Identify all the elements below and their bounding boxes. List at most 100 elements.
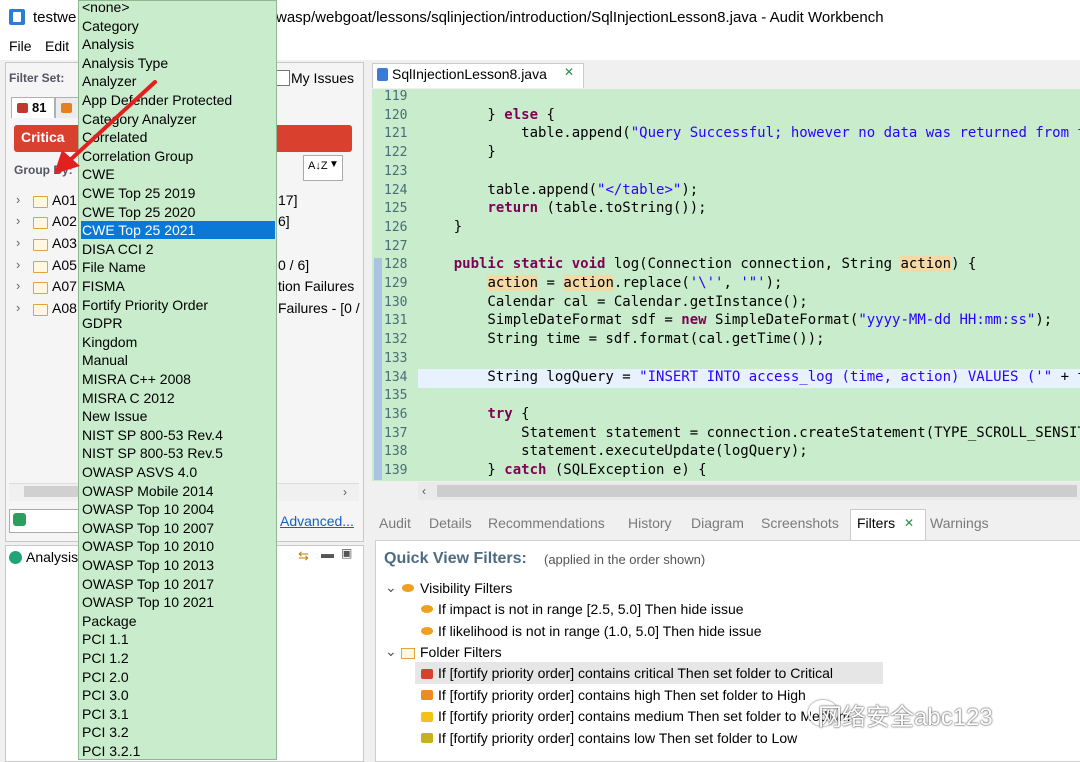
filter-rule[interactable]: If [fortify priority order] contains med… (438, 708, 850, 724)
dropdown-option[interactable]: OWASP Top 10 2013 (81, 556, 275, 574)
scrollbar-thumb[interactable] (437, 485, 1077, 497)
dropdown-option[interactable]: <none> (81, 1, 275, 16)
code-line[interactable]: } else { (420, 107, 554, 123)
dropdown-option[interactable]: Fortify Priority Order (81, 296, 275, 314)
chevron-down-icon[interactable]: ⌄ (385, 579, 397, 596)
tab-history[interactable]: History (628, 515, 672, 531)
code-line[interactable]: } (420, 144, 495, 160)
dropdown-option[interactable]: CWE Top 25 2021 (81, 221, 275, 240)
visibility-filters-group[interactable]: Visibility Filters (420, 580, 512, 596)
link-icon[interactable]: ⇆ (298, 548, 309, 564)
code-line[interactable]: String logQuery = "INSERT INTO access_lo… (420, 369, 1080, 385)
code-line[interactable]: } catch (SQLException e) { (420, 462, 706, 478)
folder-filters-group[interactable]: Folder Filters (420, 644, 502, 660)
dropdown-option[interactable]: OWASP ASVS 4.0 (81, 463, 275, 481)
tab-recommendations[interactable]: Recommendations (488, 515, 605, 531)
chevron-right-icon[interactable]: › (16, 192, 20, 207)
tab-warnings[interactable]: Warnings (930, 515, 989, 531)
dropdown-option[interactable]: New Issue (81, 407, 275, 425)
filter-rule[interactable]: If [fortify priority order] contains cri… (438, 665, 833, 681)
code-line[interactable]: return (table.toString()); (420, 200, 706, 216)
dropdown-option[interactable]: Package (81, 612, 275, 630)
tab-screenshots[interactable]: Screenshots (761, 515, 839, 531)
tab-diagram[interactable]: Diagram (691, 515, 744, 531)
tab-audit[interactable]: Audit (379, 515, 411, 531)
dropdown-option[interactable]: File Name (81, 258, 275, 276)
dropdown-option[interactable]: GDPR (81, 314, 275, 332)
dropdown-option[interactable]: PCI 1.1 (81, 630, 275, 648)
minimize-icon[interactable]: ▬ (321, 546, 334, 561)
dropdown-option[interactable]: NIST SP 800-53 Rev.4 (81, 426, 275, 444)
chevron-down-icon: ▼ (329, 159, 339, 170)
tree-item[interactable]: › A08 (16, 299, 77, 319)
code-line[interactable]: Calendar cal = Calendar.getInstance(); (420, 294, 807, 310)
dropdown-option[interactable]: Analysis Type (81, 54, 275, 72)
dropdown-option[interactable]: MISRA C++ 2008 (81, 370, 275, 388)
dropdown-option[interactable]: PCI 3.1 (81, 705, 275, 723)
chevron-right-icon[interactable]: › (16, 213, 20, 228)
tree-item[interactable]: › A07 (16, 277, 77, 297)
dropdown-option[interactable]: OWASP Mobile 2014 (81, 482, 275, 500)
chevron-right-icon[interactable]: › (16, 300, 20, 315)
low-swatch-icon (421, 733, 433, 743)
close-icon[interactable]: ✕ (904, 516, 914, 530)
filter-rule[interactable]: If [fortify priority order] contains low… (438, 730, 797, 746)
chevron-right-icon[interactable]: › (16, 235, 20, 250)
code-line[interactable]: statement.executeUpdate(logQuery); (420, 443, 808, 459)
dropdown-option[interactable]: CWE Top 25 2020 (81, 203, 275, 221)
tree-item-label: A05 (52, 257, 77, 273)
dropdown-option[interactable]: OWASP Top 10 2004 (81, 500, 275, 518)
code-line[interactable]: action = action.replace('\'', '"'); (420, 275, 782, 291)
chevron-down-icon[interactable]: ⌄ (385, 643, 397, 660)
dropdown-option[interactable]: CWE Top 25 2019 (81, 184, 275, 202)
chevron-right-icon[interactable]: › (16, 278, 20, 293)
maximize-icon[interactable]: ▣ (341, 546, 352, 560)
code-line[interactable]: table.append("Query Successful; however … (420, 125, 1080, 141)
dropdown-option[interactable]: Analysis (81, 35, 275, 53)
menu-edit[interactable]: Edit (45, 38, 69, 54)
menu-file[interactable]: File (9, 38, 32, 54)
dropdown-option[interactable]: Kingdom (81, 333, 275, 351)
dropdown-option[interactable]: FISMA (81, 277, 275, 295)
dropdown-option[interactable]: PCI 1.2 (81, 649, 275, 667)
sort-button[interactable]: A↓Z ▼ (303, 155, 343, 181)
filter-rule[interactable]: If likelihood is not in range (1.0, 5.0]… (438, 623, 762, 639)
tab-critical-count[interactable]: 81 (11, 97, 55, 118)
tab-details[interactable]: Details (429, 515, 472, 531)
dropdown-option[interactable]: PCI 3.0 (81, 686, 275, 704)
tree-item[interactable]: › A03 (16, 234, 77, 254)
filter-rule[interactable]: If impact is not in range [2.5, 5.0] The… (438, 601, 744, 617)
dropdown-option[interactable]: OWASP Top 10 2017 (81, 575, 275, 593)
code-line[interactable]: Statement statement = connection.createS… (420, 425, 1080, 441)
code-line[interactable]: table.append("</table>"); (420, 182, 698, 198)
tree-item[interactable]: › A01 (16, 191, 77, 211)
dropdown-option[interactable]: MISRA C 2012 (81, 389, 275, 407)
dropdown-option[interactable]: OWASP Top 10 2021 (81, 593, 275, 611)
dropdown-option[interactable]: NIST SP 800-53 Rev.5 (81, 444, 275, 462)
code-line[interactable]: public static void log(Connection connec… (420, 256, 976, 273)
dropdown-option[interactable]: OWASP Top 10 2010 (81, 537, 275, 555)
code-line[interactable]: try { (420, 406, 529, 422)
dropdown-option[interactable]: Manual (81, 351, 275, 369)
code-line[interactable]: SimpleDateFormat sdf = new SimpleDateFor… (420, 312, 1052, 328)
tree-item[interactable]: › A05 (16, 256, 77, 276)
scroll-left-icon[interactable]: ‹ (422, 484, 426, 498)
filter-rule[interactable]: If [fortify priority order] contains hig… (438, 687, 806, 703)
dropdown-option[interactable]: Category (81, 17, 275, 35)
tab-filters[interactable]: Filters (857, 515, 895, 531)
analysis-tab[interactable]: Analysis (26, 549, 78, 565)
tree-item[interactable]: › A02 (16, 212, 77, 232)
code-line[interactable]: } (420, 219, 462, 235)
search-icon[interactable] (13, 513, 26, 526)
close-icon[interactable]: ✕ (564, 65, 574, 79)
dropdown-option[interactable]: DISA CCI 2 (81, 240, 275, 258)
scroll-right-icon[interactable]: › (343, 485, 347, 499)
analysis-icon (9, 551, 22, 564)
chevron-right-icon[interactable]: › (16, 257, 20, 272)
dropdown-option[interactable]: OWASP Top 10 2007 (81, 519, 275, 537)
dropdown-option[interactable]: PCI 3.2.1 (81, 742, 275, 759)
dropdown-option[interactable]: PCI 2.0 (81, 668, 275, 686)
code-line[interactable]: String time = sdf.format(cal.getTime()); (420, 331, 824, 347)
dropdown-option[interactable]: PCI 3.2 (81, 723, 275, 741)
advanced-search-link[interactable]: Advanced... (280, 513, 354, 529)
